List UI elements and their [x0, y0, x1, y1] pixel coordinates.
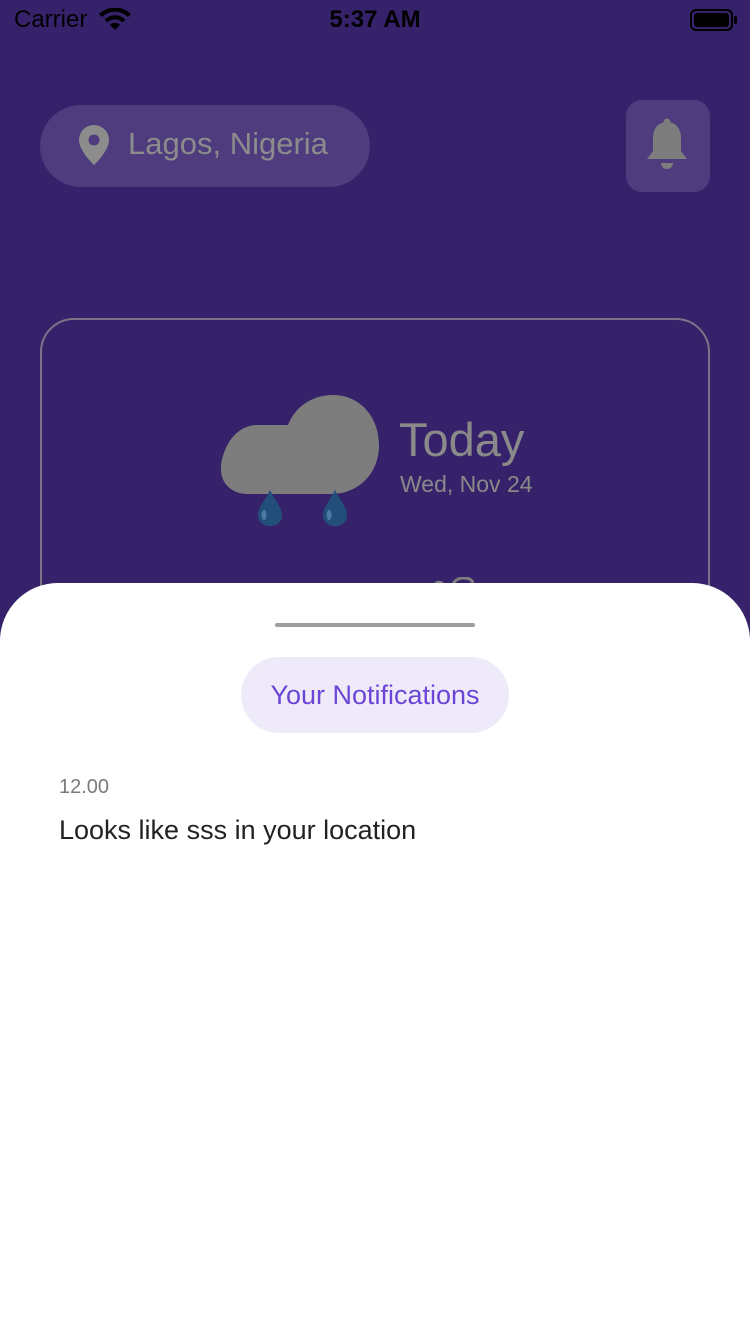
sheet-title: Your Notifications [270, 679, 480, 710]
notification-time: 12.00 [59, 776, 110, 798]
weather-date-label: Wed, Nov 24 [400, 471, 533, 497]
status-bar: Carrier 5:37 AM [0, 0, 750, 40]
sheet-drag-handle[interactable] [275, 623, 475, 627]
location-pin-icon [78, 124, 110, 170]
sheet-title-pill: Your Notifications [241, 657, 509, 733]
status-time: 5:37 AM [329, 6, 421, 33]
weather-day-label: Today [399, 413, 525, 466]
notifications-sheet: Your Notifications 12.00 Looks like sss … [0, 583, 750, 1334]
battery-icon [690, 8, 738, 36]
bell-icon [644, 118, 690, 178]
location-label: Lagos, Nigeria [128, 126, 328, 161]
notification-message[interactable]: Looks like sss in your location [59, 815, 416, 846]
rain-cloud-icon [218, 390, 383, 534]
